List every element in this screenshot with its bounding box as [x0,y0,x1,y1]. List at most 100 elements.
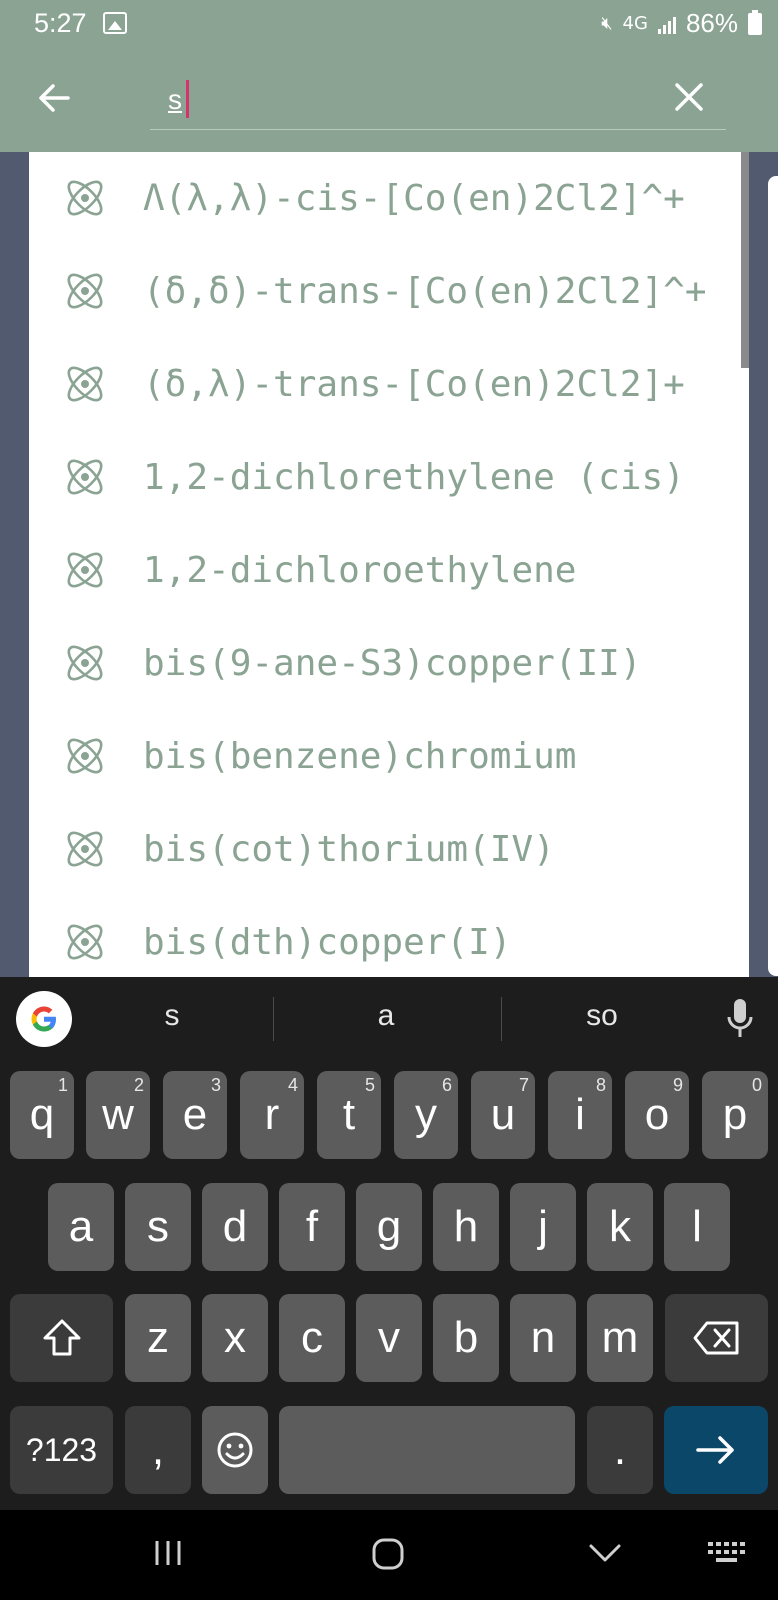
symbols-key[interactable]: ?123 [10,1406,113,1494]
status-time: 5:27 [34,8,87,38]
key-number: 5 [364,1075,375,1095]
atom-icon [67,273,103,309]
key-r[interactable]: r4 [240,1071,304,1159]
backspace-key[interactable] [665,1294,768,1382]
key-w[interactable]: w2 [86,1071,150,1159]
key-number: 0 [751,1075,762,1095]
key-q[interactable]: q1 [10,1071,74,1159]
suggestion-item[interactable]: 1,2-dichloroethylene [29,524,749,618]
suggestion-item[interactable]: 1,2-dichlorethylene (cis) [29,431,749,525]
key-letter: r [264,1090,280,1139]
key-f[interactable]: f [279,1183,345,1271]
keyboard-icon[interactable] [706,1538,746,1568]
key-n[interactable]: n [510,1294,576,1382]
search-toolbar: s [0,48,778,152]
key-t[interactable]: t5 [317,1071,381,1159]
atom-icon [67,831,103,867]
key-x[interactable]: x [202,1294,268,1382]
status-bar: 5:27 🔇︎ 4G 86% [0,0,778,48]
key-s[interactable]: s [125,1183,191,1271]
back-chevron-icon[interactable] [588,1538,622,1568]
key-i[interactable]: i8 [548,1071,612,1159]
key-b[interactable]: b [433,1294,499,1382]
list-scrollbar[interactable] [741,152,749,368]
key-letter: o [644,1090,670,1139]
key-d[interactable]: d [202,1183,268,1271]
key-letter: u [490,1090,516,1139]
period-key[interactable]: . [587,1406,653,1494]
key-g[interactable]: g [356,1183,422,1271]
enter-key[interactable] [664,1406,768,1494]
enter-arrow-icon [696,1436,734,1464]
key-c[interactable]: c [279,1294,345,1382]
home-icon[interactable] [370,1536,406,1572]
shift-key[interactable] [10,1294,113,1382]
key-h[interactable]: h [433,1183,499,1271]
key-p[interactable]: p0 [702,1071,768,1159]
key-letter: p [722,1090,748,1139]
text-caret [186,80,189,118]
status-indicators: 🔇︎ 4G 86% [601,8,762,39]
key-number: 9 [672,1075,683,1095]
suggestion-item[interactable]: bis(9-ane-S3)copper(II) [29,617,749,711]
suggestion-item[interactable]: bis(cot)thorium(IV) [29,803,749,897]
atom-icon [67,645,103,681]
suggestion-label: bis(9-ane-S3)copper(II) [143,643,642,684]
suggestion-item[interactable]: bis(benzene)chromium [29,710,749,804]
suggestion-label: (δ,λ)-trans-[Co(en)2Cl2]+ [143,364,685,405]
key-j[interactable]: j [510,1183,576,1271]
close-icon[interactable] [672,80,706,114]
key-y[interactable]: y6 [394,1071,458,1159]
key-number: 1 [57,1075,68,1095]
search-input[interactable]: s [150,68,726,130]
keyboard-suggestion[interactable]: so [540,999,664,1033]
recents-icon[interactable] [151,1536,185,1570]
suggestion-label: bis(benzene)chromium [143,736,577,777]
key-z[interactable]: z [125,1294,191,1382]
battery-icon [748,9,762,35]
suggestion-item[interactable]: Λ(λ,λ)-cis-[Co(en)2Cl2]^+ [29,152,749,246]
shift-icon [43,1319,80,1356]
suggestion-item[interactable]: (δ,δ)-trans-[Co(en)2Cl2]^+ [29,245,749,339]
key-letter: q [29,1090,55,1139]
keyboard-suggestion[interactable]: s [110,999,234,1033]
key-m[interactable]: m [587,1294,653,1382]
key-l[interactable]: l [664,1183,730,1271]
back-arrow-icon[interactable] [36,80,72,116]
atom-icon [67,366,103,402]
key-letter: e [182,1090,208,1139]
atom-icon [67,180,103,216]
key-number: 4 [287,1075,298,1095]
suggestion-list[interactable]: Λ(λ,λ)-cis-[Co(en)2Cl2]^+ (δ,δ)-trans-[C… [29,152,749,977]
soft-keyboard: s a so q1 w2 e3 r4 t5 y6 u7 i8 o9 p0 a s… [0,977,778,1510]
network-type: 4G [622,13,648,34]
signal-icon [657,14,676,34]
background-card [768,176,778,976]
atom-icon [67,459,103,495]
google-icon[interactable] [16,991,72,1047]
key-e[interactable]: e3 [163,1071,227,1159]
mute-icon: 🔇︎ [601,13,613,34]
emoji-key[interactable] [202,1406,268,1494]
atom-icon [67,924,103,960]
key-number: 8 [595,1075,606,1095]
key-k[interactable]: k [587,1183,653,1271]
keyboard-suggestion[interactable]: a [324,999,448,1033]
space-key[interactable] [279,1406,575,1494]
search-query: s [168,84,182,115]
key-o[interactable]: o9 [625,1071,689,1159]
suggestion-label: Λ(λ,λ)-cis-[Co(en)2Cl2]^+ [143,178,685,219]
suggestion-label: 1,2-dichloroethylene [143,550,577,591]
key-a[interactable]: a [48,1183,114,1271]
suggestion-item[interactable]: bis(dth)copper(I) [29,896,749,977]
key-v[interactable]: v [356,1294,422,1382]
suggestion-item[interactable]: (δ,λ)-trans-[Co(en)2Cl2]+ [29,338,749,432]
navigation-bar [0,1510,778,1600]
key-letter: i [575,1090,585,1139]
backspace-icon [693,1321,738,1355]
key-u[interactable]: u7 [471,1071,535,1159]
comma-key[interactable]: , [125,1406,191,1494]
suggestion-label: bis(cot)thorium(IV) [143,829,555,870]
key-number: 6 [441,1075,452,1095]
mic-icon[interactable] [726,995,754,1043]
